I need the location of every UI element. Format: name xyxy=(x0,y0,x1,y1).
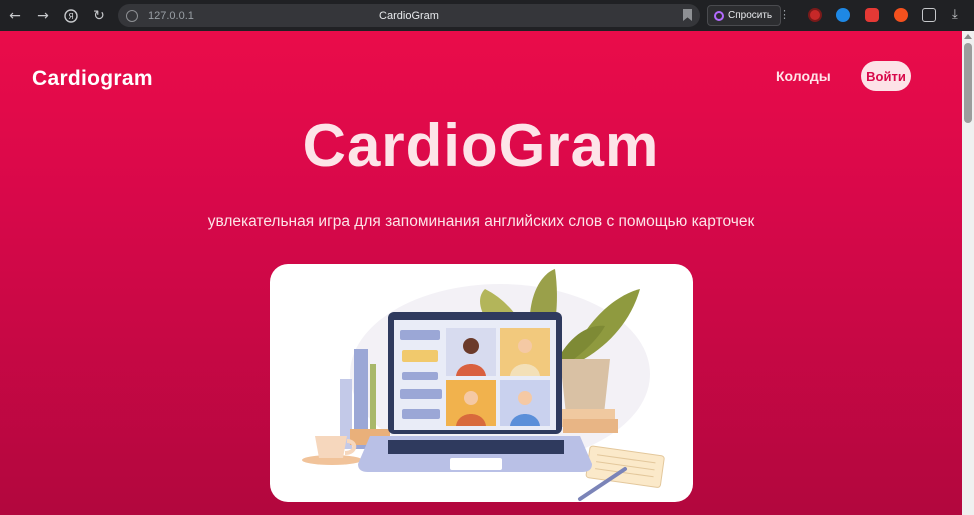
hero-subtitle: увлекательная игра для запоминания англи… xyxy=(207,213,755,230)
hero-title: CardioGram xyxy=(302,112,660,179)
reload-icon[interactable]: ↻ xyxy=(88,5,110,27)
back-icon[interactable]: ← xyxy=(4,5,26,27)
svg-text:Я: Я xyxy=(68,12,74,21)
page-scrollbar[interactable] xyxy=(962,31,974,515)
bookmark-icon[interactable] xyxy=(683,9,692,21)
forward-icon[interactable]: → xyxy=(32,5,54,27)
scroll-thumb[interactable] xyxy=(964,43,972,123)
site-info-icon[interactable] xyxy=(126,9,138,22)
page-content: Cardiogram Колоды Войти CardioGram увлек… xyxy=(0,31,962,515)
yandex-icon[interactable]: Я xyxy=(60,5,82,27)
tab-title: CardioGram xyxy=(379,9,439,22)
ai-assistant-icon xyxy=(714,10,724,21)
address-bar[interactable]: 127.0.0.1 CardioGram xyxy=(118,4,700,27)
scroll-up-icon[interactable] xyxy=(964,34,972,39)
url-text[interactable]: 127.0.0.1 xyxy=(148,10,194,22)
extensions-puzzle-icon[interactable] xyxy=(922,8,936,22)
download-icon[interactable]: ⤓ xyxy=(952,7,958,22)
site-logo[interactable]: Cardiogram xyxy=(32,67,153,91)
hero-illustration xyxy=(270,264,693,502)
login-button[interactable]: Войти xyxy=(861,61,911,91)
ask-button[interactable]: Спросить xyxy=(707,5,782,26)
more-options-icon[interactable]: ⋮ xyxy=(779,8,790,22)
ask-button-label: Спросить xyxy=(728,10,773,21)
extension-red-icon[interactable] xyxy=(808,8,822,22)
extension-orange-icon[interactable] xyxy=(894,8,908,22)
nav-decks-link[interactable]: Колоды xyxy=(776,68,831,84)
extension-blue-icon[interactable] xyxy=(836,8,850,22)
browser-toolbar: ← → Я ↻ 127.0.0.1 CardioGram Спросить ⋮ … xyxy=(0,0,974,31)
extension-hand-icon[interactable] xyxy=(865,8,879,22)
